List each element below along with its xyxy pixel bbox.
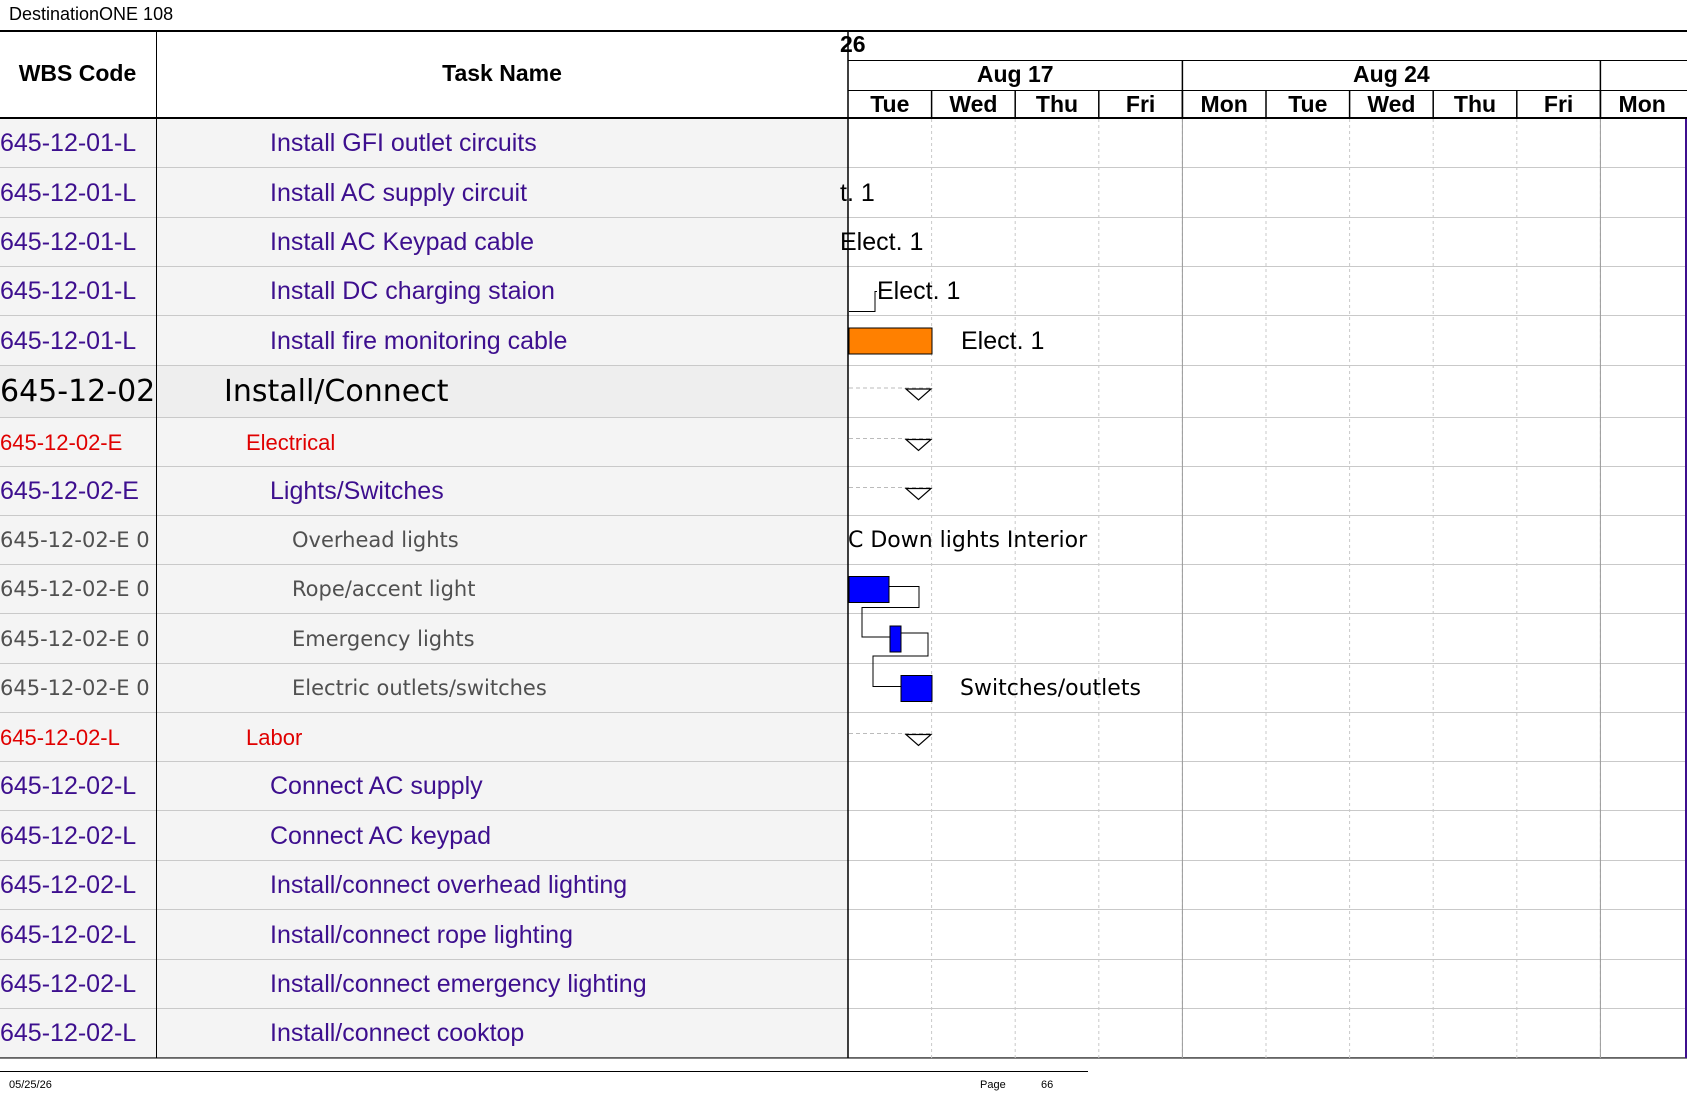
task-name-cell[interactable]: Install GFI outlet circuits	[157, 119, 847, 168]
wbs-code-cell[interactable]: 645-12-02-E 0	[0, 565, 155, 614]
dependency-connector	[861, 586, 920, 638]
task-name-cell[interactable]: Electrical	[157, 418, 847, 467]
summary-down-triangle-icon	[904, 388, 933, 401]
wbs-code-cell[interactable]: 645-12-02-L	[0, 861, 155, 910]
task-name-cell[interactable]: Rope/accent light	[157, 565, 847, 614]
gantt-bar-label: Elect. 1	[840, 228, 924, 256]
task-name-cell[interactable]: Install AC Keypad cable	[157, 218, 847, 267]
summary-down-triangle-icon	[904, 487, 933, 501]
wbs-code-cell[interactable]: 645-12-01-L	[0, 267, 155, 316]
wbs-code-cell[interactable]: 645-12-02-L	[0, 811, 155, 861]
wbs-code-cell[interactable]: 645-12-02-E 0	[0, 614, 155, 664]
task-column-header[interactable]: Task Name	[157, 60, 847, 87]
task-name-cell[interactable]: Lights/Switches	[157, 467, 847, 516]
document-title: DestinationONE 108	[9, 4, 174, 24]
timescale-day-label: Mon	[1618, 91, 1666, 117]
gantt-bar-label: Switches/outlets	[960, 676, 1141, 701]
dependency-connector	[849, 291, 877, 312]
task-name-cell[interactable]: Install/Connect	[157, 366, 847, 418]
timescale-day-label: Fri	[1543, 91, 1574, 117]
timescale-year-label: 26	[840, 31, 866, 57]
task-name-cell[interactable]: Connect AC supply	[157, 762, 847, 811]
task-name-cell[interactable]: Install fire monitoring cable	[157, 316, 847, 366]
wbs-code-cell[interactable]: 645-12-02-L	[0, 1009, 155, 1058]
wbs-code-cell[interactable]: 645-12-01-L	[0, 218, 155, 267]
timescale-week-label: Aug 17	[976, 61, 1054, 87]
summary-down-triangle-icon	[904, 733, 933, 747]
footer-rule	[0, 1071, 1088, 1072]
task-name-cell[interactable]: Install DC charging staion	[157, 267, 847, 316]
timescale-day-label: Thu	[1453, 91, 1497, 117]
task-name-cell[interactable]: Connect AC keypad	[157, 811, 847, 861]
wbs-code-cell[interactable]: 645-12-02-E 0	[0, 516, 155, 565]
task-name-cell[interactable]: Install AC supply circuit	[157, 168, 847, 218]
wbs-code-cell[interactable]: 645-12-02-L	[0, 713, 155, 762]
task-name-cell[interactable]: Labor	[157, 713, 847, 762]
wbs-column-header[interactable]: WBS Code	[0, 60, 155, 87]
wbs-code-cell[interactable]: 645-12-02	[0, 366, 155, 418]
gantt-bar-label: t. 1	[840, 179, 875, 207]
gantt-bar-rope-light	[848, 576, 890, 603]
wbs-code-cell[interactable]: 645-12-02-L	[0, 910, 155, 960]
wbs-code-cell[interactable]: 645-12-01-L	[0, 168, 155, 218]
footer-page-label: Page	[980, 1079, 1006, 1091]
timescale-day-label: Fri	[1125, 91, 1156, 117]
wbs-code-cell[interactable]: 645-12-02-E 0	[0, 664, 155, 713]
task-name-cell[interactable]: Electric outlets/switches	[157, 664, 847, 713]
task-name-cell[interactable]: Install/connect rope lighting	[157, 910, 847, 960]
gantt-bar-label: Elect. 1	[961, 327, 1045, 355]
footer-date: 05/25/26	[9, 1079, 52, 1091]
wbs-code-cell[interactable]: 645-12-02-L	[0, 762, 155, 811]
task-name-cell[interactable]: Install/connect cooktop	[157, 1009, 847, 1058]
gantt-bar-label: C Down lights Interior	[848, 528, 1088, 553]
summary-down-triangle-icon	[904, 438, 933, 452]
task-name-cell[interactable]: Overhead lights	[157, 516, 847, 565]
footer-page-number: 66	[1041, 1079, 1054, 1091]
dependency-connector	[872, 632, 929, 687]
gantt-bar-fire-monitoring	[848, 327, 933, 355]
task-name-cell[interactable]: Install/connect overhead lighting	[157, 861, 847, 910]
timescale-day-label: Thu	[1035, 91, 1079, 117]
task-name-cell[interactable]: Install/connect emergency lighting	[157, 960, 847, 1009]
task-name-cell[interactable]: Emergency lights	[157, 614, 847, 664]
wbs-code-cell[interactable]: 645-12-02-E	[0, 418, 155, 467]
wbs-code-cell[interactable]: 645-12-01-L	[0, 119, 155, 168]
timescale-day-label: Mon	[1200, 91, 1248, 117]
gantt-bar-outlets-switches	[900, 675, 933, 702]
timescale-day-label: Tue	[1288, 91, 1328, 117]
timescale-day-label: Wed	[1367, 91, 1416, 117]
gantt-print-page: DestinationONE 108 WBS Code Task Name 26…	[0, 0, 1687, 1097]
gantt-bar-label: Elect. 1	[877, 277, 961, 305]
timescale-day-label: Wed	[949, 91, 998, 117]
timescale-day-label: Tue	[870, 91, 910, 117]
gantt-bar-emergency-lights	[889, 625, 902, 653]
wbs-code-cell[interactable]: 645-12-02-E	[0, 467, 155, 516]
wbs-code-cell[interactable]: 645-12-02-L	[0, 960, 155, 1009]
timescale-week-label: Aug 24	[1353, 61, 1430, 87]
wbs-code-cell[interactable]: 645-12-01-L	[0, 316, 155, 366]
